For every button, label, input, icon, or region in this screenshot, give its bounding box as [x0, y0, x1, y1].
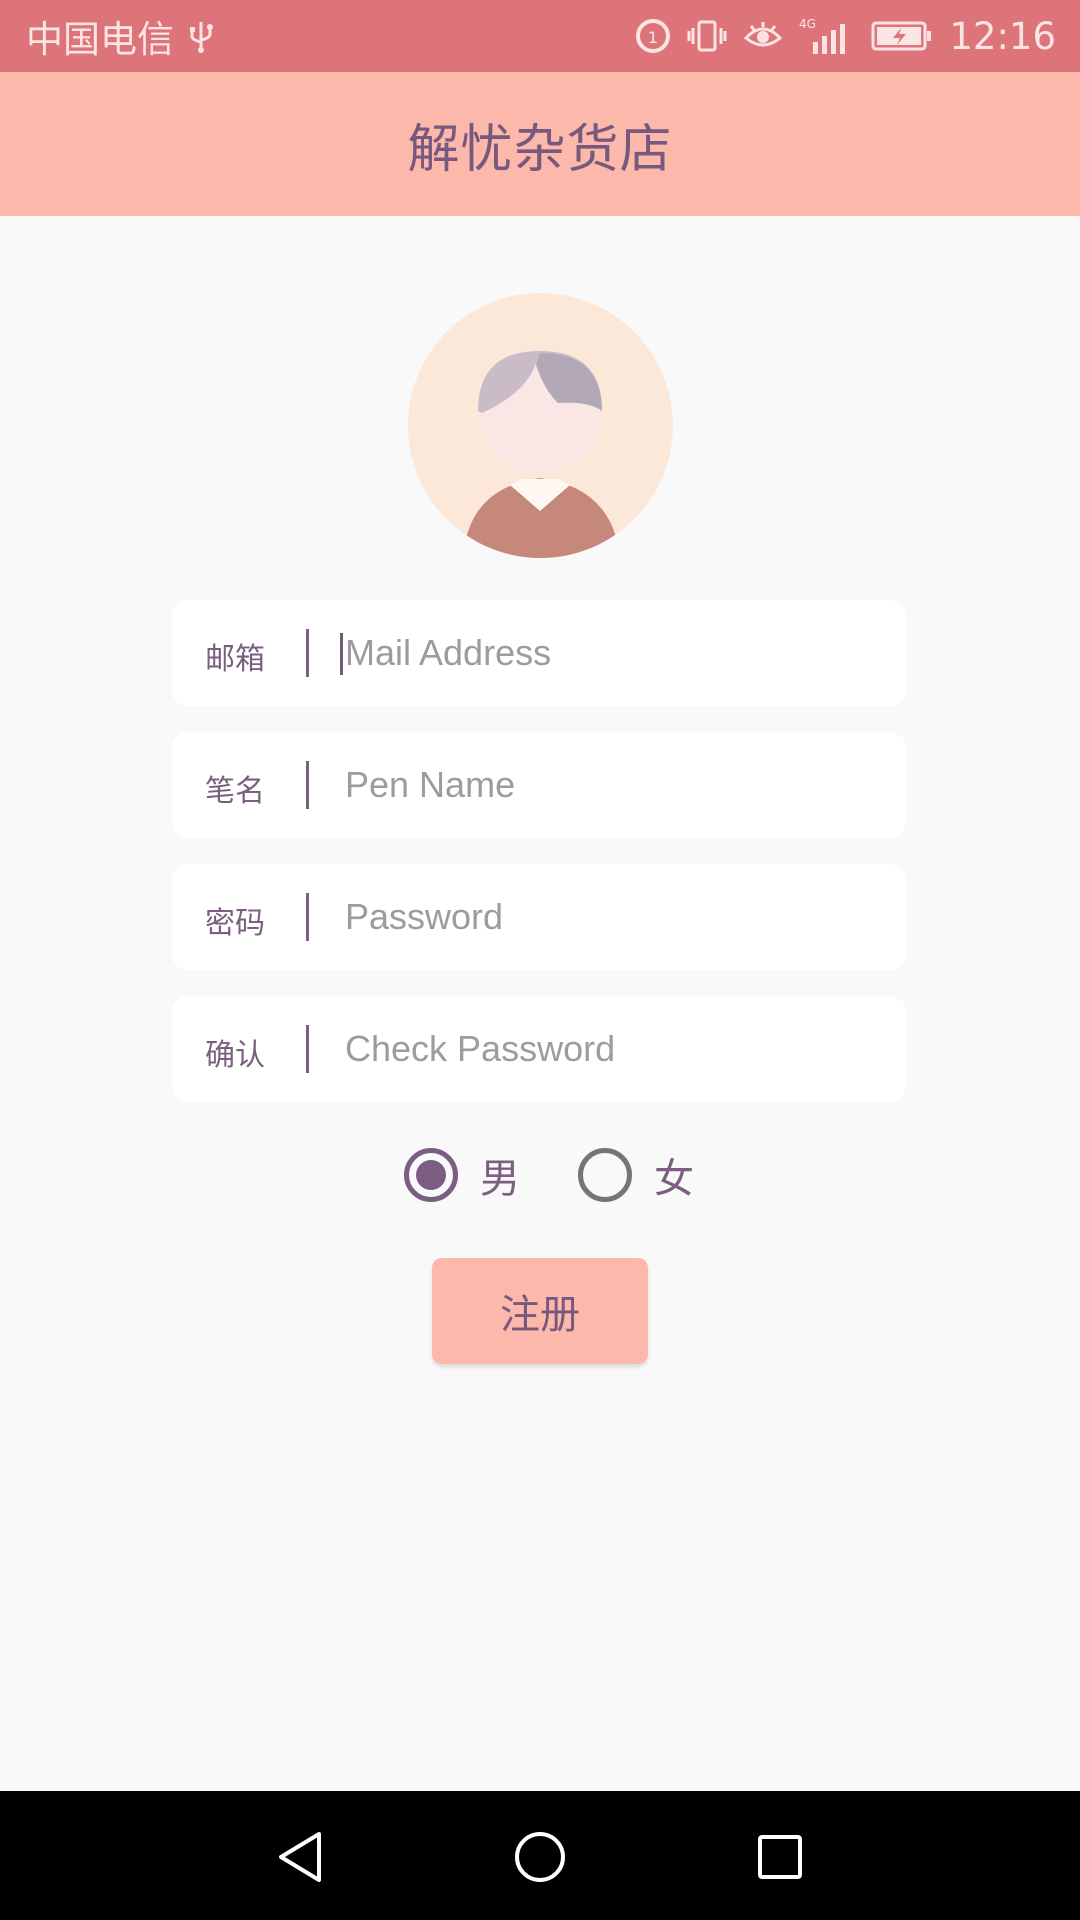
register-button[interactable]: 注册: [432, 1258, 648, 1364]
text-cursor: [340, 633, 343, 675]
app-title: 解忧杂货店: [407, 119, 673, 180]
password-field-row: 密码: [172, 863, 906, 971]
gender-female-label[interactable]: 女: [654, 1146, 694, 1204]
gender-male-radio[interactable]: 男: [404, 1146, 520, 1204]
eye-comfort-icon: [743, 18, 783, 54]
signal-icon: 4G: [799, 16, 855, 56]
radio-checked-icon[interactable]: [404, 1148, 458, 1202]
usb-icon: [188, 18, 214, 54]
confirm-password-label: 确认: [205, 1038, 265, 1073]
pen-name-field[interactable]: [343, 731, 906, 839]
navigation-bar: [0, 1791, 1080, 1920]
email-field-row: 邮箱: [172, 599, 906, 707]
email-label: 邮箱: [205, 642, 265, 677]
confirm-password-divider: [306, 1025, 309, 1073]
battery-charging-icon: [871, 20, 933, 52]
clock: 12:16: [949, 14, 1056, 58]
status-left: 中国电信: [26, 9, 214, 63]
network-type: 4G: [799, 17, 816, 31]
recents-icon[interactable]: [752, 1829, 808, 1885]
password-field[interactable]: [343, 863, 906, 971]
confirm-password-field[interactable]: [343, 995, 906, 1103]
password-label: 密码: [205, 906, 265, 941]
confirm-password-field-row: 确认: [172, 995, 906, 1103]
email-divider: [306, 629, 309, 677]
data-saver-icon: 1: [635, 18, 671, 54]
avatar[interactable]: [408, 293, 673, 558]
vibrate-icon: [687, 18, 727, 54]
gender-female-radio[interactable]: 女: [578, 1146, 694, 1204]
pen-name-divider: [306, 761, 309, 809]
back-icon[interactable]: [272, 1829, 328, 1885]
carrier-name: 中国电信: [26, 18, 174, 61]
home-icon[interactable]: [512, 1829, 568, 1885]
pen-name-label: 笔名: [205, 774, 265, 809]
app-bar: 解忧杂货店: [0, 72, 1080, 216]
svg-text:1: 1: [648, 28, 658, 47]
gender-radio-group: 男 女: [0, 1146, 1080, 1206]
radio-unchecked-icon[interactable]: [578, 1148, 632, 1202]
password-divider: [306, 893, 309, 941]
email-field[interactable]: [343, 599, 906, 707]
gender-male-label[interactable]: 男: [480, 1146, 520, 1204]
avatar-illustration: [408, 293, 672, 558]
status-right: 1 4G 12:16: [635, 15, 1056, 58]
status-bar: 中国电信 1 4G 12:16: [0, 0, 1080, 72]
pen-name-field-row: 笔名: [172, 731, 906, 839]
